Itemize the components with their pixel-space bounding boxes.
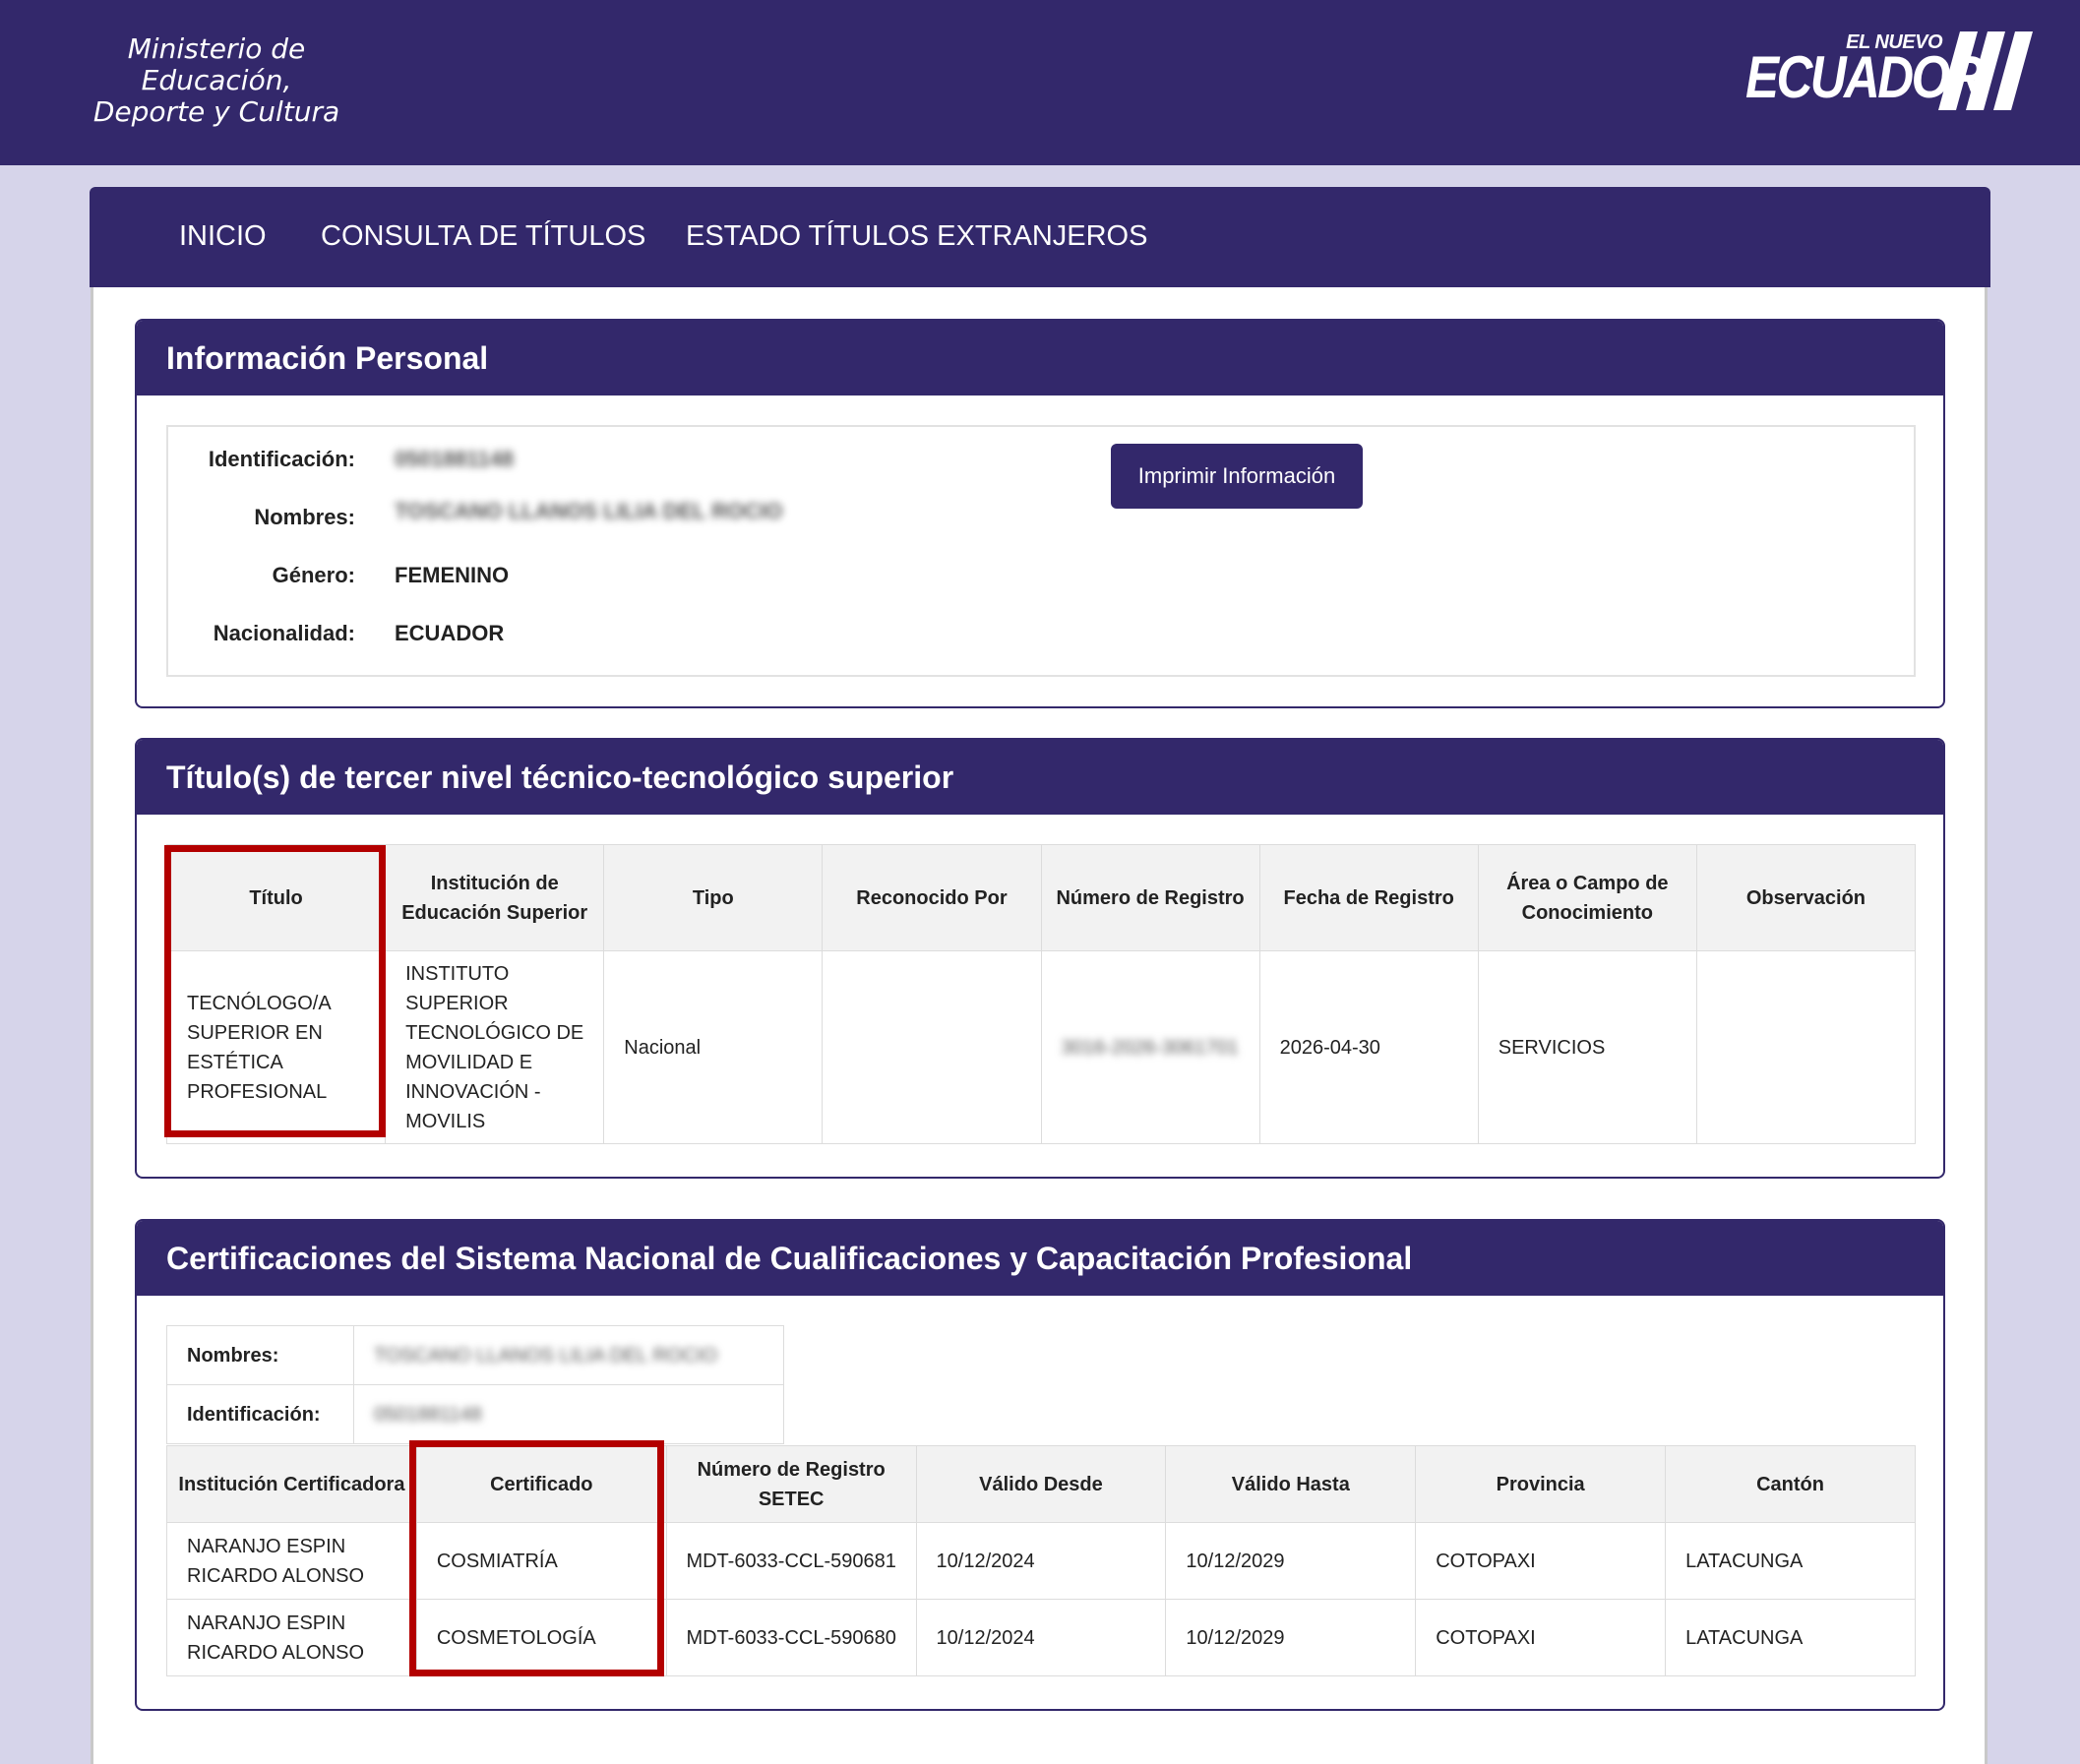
certs-header-row: Institución Certificadora Certificado Nú… — [166, 1445, 1916, 1523]
cell-valido-desde: 10/12/2024 — [915, 1522, 1167, 1600]
cell-observacion — [1695, 950, 1917, 1144]
gender-label: Género: — [272, 563, 355, 587]
main-nav: INICIO CONSULTA DE TÍTULOS ESTADO TÍTULO… — [90, 187, 1990, 287]
nationality-value: ECUADOR — [395, 621, 505, 645]
cell-numero-registro-setec: MDT-6033-CCL-590681 — [665, 1522, 917, 1600]
names-label: Nombres: — [254, 505, 355, 529]
cert-names-value: TOSCANO LLANOS LILIA DEL ROCIO — [353, 1325, 784, 1385]
cell-reconocido-por — [822, 950, 1042, 1144]
col-provincia: Provincia — [1415, 1445, 1667, 1523]
cell-institucion: INSTITUTO SUPERIOR TECNOLÓGICO DE MOVILI… — [385, 950, 605, 1144]
titles-panel-title: Título(s) de tercer nivel técnico-tecnol… — [137, 740, 1943, 815]
titles-table: Título Institución de Educación Superior… — [165, 844, 1917, 1144]
cell-valido-hasta: 10/12/2029 — [1165, 1522, 1417, 1600]
id-label: Identificación: — [208, 447, 355, 471]
id-value: 0501881148 — [395, 447, 515, 471]
col-canton: Cantón — [1665, 1445, 1916, 1523]
personal-info-panel: Información Personal Identificación: 050… — [135, 319, 1945, 708]
cell-area-conocimiento: SERVICIOS — [1477, 950, 1697, 1144]
table-row: TECNÓLOGO/A SUPERIOR EN ESTÉTICA PROFESI… — [165, 950, 1917, 1144]
cell-valido-desde: 10/12/2024 — [915, 1599, 1167, 1676]
titles-panel: Título(s) de tercer nivel técnico-tecnol… — [135, 738, 1945, 1179]
ministry-line-2: Deporte y Cultura — [92, 95, 340, 128]
titles-header-row: Título Institución de Educación Superior… — [165, 844, 1917, 951]
col-observacion: Observación — [1695, 844, 1917, 951]
col-titulo: Título — [165, 844, 387, 951]
certifications-table: Institución Certificadora Certificado Nú… — [166, 1445, 1916, 1676]
cell-provincia: COTOPAXI — [1415, 1522, 1667, 1600]
col-fecha-registro: Fecha de Registro — [1258, 844, 1479, 951]
nav-estado-titulos-extranjeros[interactable]: ESTADO TÍTULOS EXTRANJEROS — [686, 220, 1147, 253]
nationality-label: Nacionalidad: — [213, 621, 355, 645]
cell-institucion-certificadora: NARANJO ESPIN RICARDO ALONSO — [166, 1599, 417, 1676]
certifications-panel: Certificaciones del Sistema Nacional de … — [135, 1219, 1945, 1711]
ministry-line-1: Ministerio de Educación, — [127, 32, 306, 96]
col-institucion-certificadora: Institución Certificadora — [166, 1445, 417, 1523]
col-certificado: Certificado — [415, 1445, 667, 1523]
nav-inicio[interactable]: INICIO — [179, 220, 267, 253]
cert-id-row: Identificación: 0501881148 — [166, 1384, 784, 1444]
cell-numero-registro-setec: MDT-6033-CCL-590680 — [665, 1599, 917, 1676]
nav-consulta-titulos[interactable]: CONSULTA DE TÍTULOS — [321, 220, 645, 253]
table-row: NARANJO ESPIN RICARDO ALONSO COSMETOLOGÍ… — [166, 1599, 1916, 1676]
cert-names-label: Nombres: — [166, 1325, 354, 1385]
cell-institucion-certificadora: NARANJO ESPIN RICARDO ALONSO — [166, 1522, 417, 1600]
gender-value: FEMENINO — [395, 563, 510, 587]
certifications-panel-title: Certificaciones del Sistema Nacional de … — [137, 1221, 1943, 1296]
personal-info-box: Identificación: 0501881148 Nombres: TOSC… — [166, 425, 1916, 677]
print-info-button[interactable]: Imprimir Información — [1111, 444, 1363, 509]
cell-canton: LATACUNGA — [1665, 1522, 1916, 1600]
logo-stripes-icon — [1938, 31, 2033, 110]
col-area-conocimiento: Área o Campo de Conocimiento — [1477, 844, 1697, 951]
cell-tipo: Nacional — [603, 950, 824, 1144]
col-numero-registro-setec: Número de Registro SETEC — [665, 1445, 917, 1523]
el-nuevo-ecuador-logo[interactable]: EL NUEVO ECUADOR — [1742, 28, 2037, 116]
col-valido-hasta: Válido Hasta — [1165, 1445, 1417, 1523]
cell-canton: LATACUNGA — [1665, 1599, 1916, 1676]
table-row: NARANJO ESPIN RICARDO ALONSO COSMIATRÍA … — [166, 1522, 1916, 1600]
cert-id-value: 0501881148 — [353, 1384, 784, 1444]
col-reconocido-por: Reconocido Por — [822, 844, 1042, 951]
cert-person-table: Nombres: TOSCANO LLANOS LILIA DEL ROCIO … — [166, 1325, 784, 1444]
cell-provincia: COTOPAXI — [1415, 1599, 1667, 1676]
personal-info-title: Información Personal — [137, 321, 1943, 395]
col-institucion: Institución de Educación Superior — [385, 844, 605, 951]
names-value: TOSCANO LLANOS LILIA DEL ROCIO — [395, 499, 783, 523]
site-header: Ministerio de Educación, Deporte y Cultu… — [0, 0, 2080, 165]
cell-certificado: COSMIATRÍA — [415, 1522, 667, 1600]
cell-titulo: TECNÓLOGO/A SUPERIOR EN ESTÉTICA PROFESI… — [165, 950, 387, 1144]
cert-names-row: Nombres: TOSCANO LLANOS LILIA DEL ROCIO — [166, 1325, 784, 1385]
col-valido-desde: Válido Desde — [915, 1445, 1167, 1523]
cell-fecha-registro: 2026-04-30 — [1258, 950, 1479, 1144]
cert-id-label: Identificación: — [166, 1384, 354, 1444]
cell-certificado: COSMETOLOGÍA — [415, 1599, 667, 1676]
col-numero-registro: Número de Registro — [1040, 844, 1260, 951]
cell-numero-registro: 3016-2026-3061701 — [1040, 950, 1260, 1144]
col-tipo: Tipo — [603, 844, 824, 951]
cell-valido-hasta: 10/12/2029 — [1165, 1599, 1417, 1676]
ministry-name: Ministerio de Educación, Deporte y Cultu… — [49, 33, 384, 128]
